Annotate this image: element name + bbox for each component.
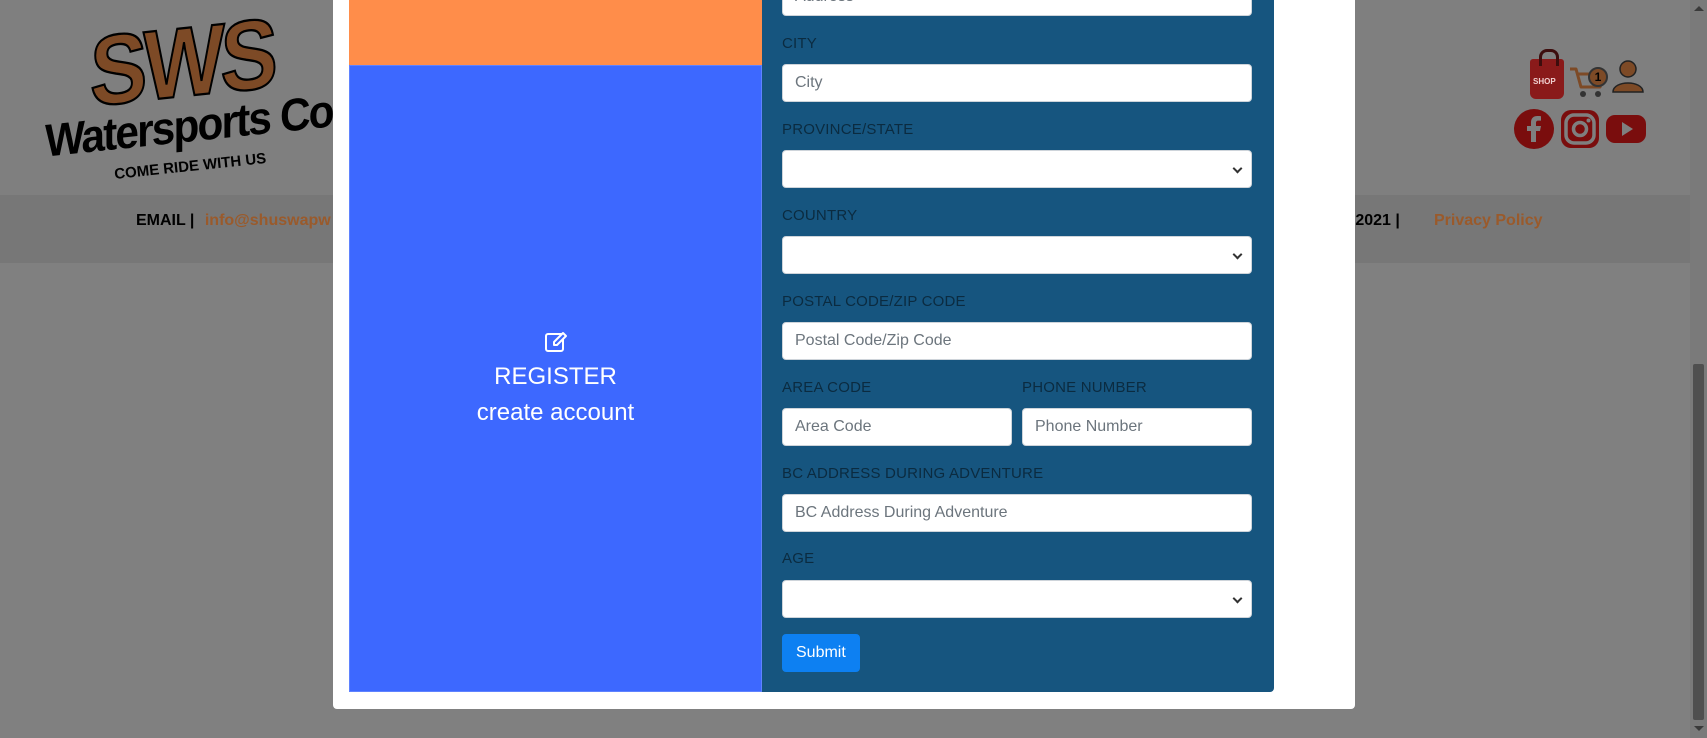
- province-select[interactable]: [782, 150, 1252, 188]
- postal-code-input[interactable]: [782, 322, 1252, 360]
- youtube-icon[interactable]: [1605, 108, 1647, 150]
- scroll-thumb[interactable]: [1693, 364, 1704, 720]
- register-panel[interactable]: REGISTER create account: [349, 65, 762, 692]
- facebook-icon[interactable]: [1513, 108, 1555, 150]
- shop-bag-icon[interactable]: SHOP: [1530, 49, 1564, 99]
- modal-orange-panel: [349, 0, 762, 65]
- site-logo[interactable]: SWS Watersports Co. COME RIDE WITH US: [30, 0, 343, 185]
- phone-number-label: PHONE NUMBER: [1022, 379, 1147, 396]
- account-icon[interactable]: [1610, 58, 1646, 99]
- age-label: AGE: [782, 550, 815, 567]
- city-input[interactable]: [782, 64, 1252, 102]
- register-title: REGISTER: [494, 363, 617, 390]
- chevron-down-icon: [1232, 163, 1243, 174]
- privacy-policy-link[interactable]: Privacy Policy: [1434, 212, 1543, 230]
- country-select[interactable]: [782, 236, 1252, 274]
- header-icons: SHOP 1: [1530, 49, 1646, 99]
- submit-button[interactable]: Submit: [782, 634, 860, 672]
- age-select[interactable]: [782, 580, 1252, 618]
- cart-icon[interactable]: 1: [1568, 65, 1608, 99]
- area-code-input[interactable]: [782, 408, 1012, 446]
- instagram-icon[interactable]: [1559, 108, 1601, 150]
- postal-code-label: POSTAL CODE/ZIP CODE: [782, 293, 966, 310]
- footer-email: EMAIL | info@shuswapw: [136, 212, 331, 230]
- phone-number-input[interactable]: [1022, 408, 1252, 446]
- scroll-down-arrow-icon[interactable]: [1694, 726, 1704, 731]
- chevron-down-icon: [1232, 593, 1243, 604]
- edit-icon: [544, 330, 568, 359]
- area-code-label: AREA CODE: [782, 379, 872, 396]
- cart-count-badge: 1: [1588, 67, 1608, 87]
- email-label: EMAIL |: [136, 212, 195, 229]
- bc-address-label: BC ADDRESS DURING ADVENTURE: [782, 465, 1044, 482]
- registration-form: CITY PROVINCE/STATE COUNTRY POSTAL CODE/…: [762, 0, 1274, 692]
- country-label: COUNTRY: [782, 207, 858, 224]
- social-links: [1513, 108, 1647, 150]
- scroll-up-arrow-icon[interactable]: [1694, 6, 1704, 11]
- email-link[interactable]: info@shuswapw: [205, 212, 331, 229]
- province-label: PROVINCE/STATE: [782, 121, 914, 138]
- address-input[interactable]: [782, 0, 1252, 16]
- chevron-down-icon: [1232, 249, 1243, 260]
- city-label: CITY: [782, 35, 817, 52]
- shop-label: SHOP: [1533, 77, 1556, 86]
- bc-address-input[interactable]: [782, 494, 1252, 532]
- page-scrollbar[interactable]: [1690, 0, 1707, 738]
- register-subtitle: create account: [476, 399, 635, 426]
